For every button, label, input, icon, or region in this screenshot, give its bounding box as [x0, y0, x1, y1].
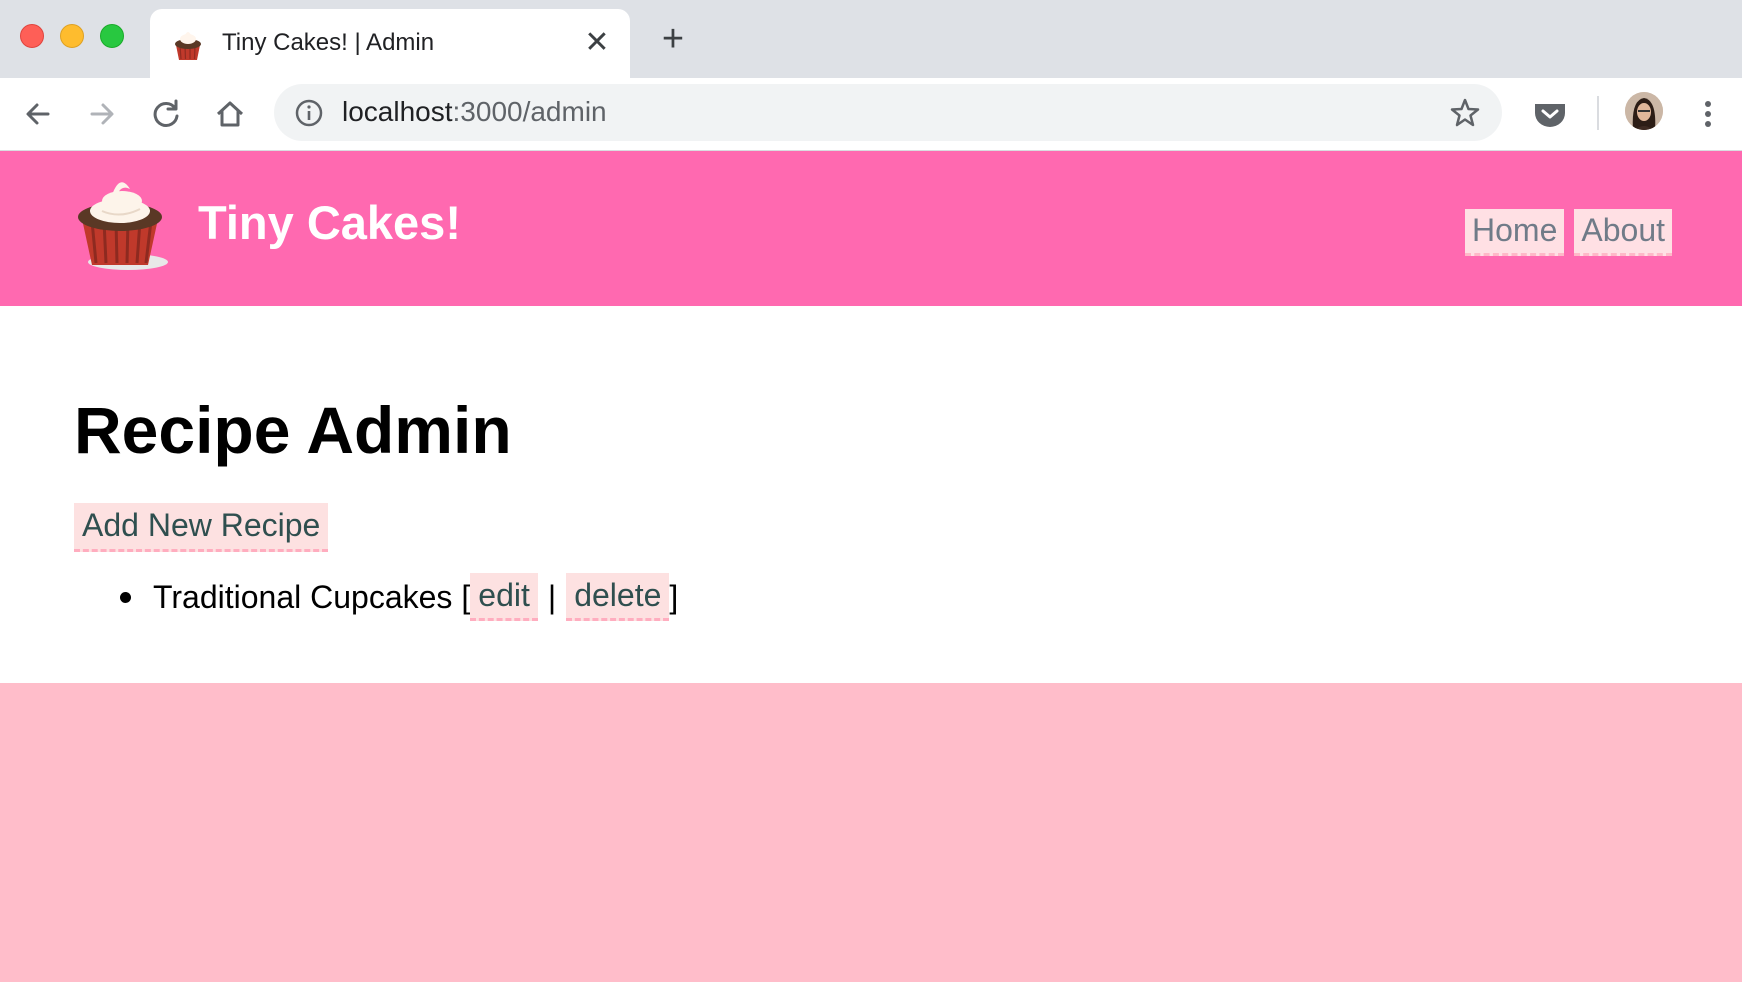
- link-separator: |: [547, 578, 557, 615]
- browser-tabstrip: Tiny Cakes! | Admin ✕ +: [0, 0, 1742, 78]
- page-title: Recipe Admin: [74, 393, 512, 467]
- cupcake-favicon-icon: [175, 32, 201, 60]
- close-window-button[interactable]: [20, 24, 44, 48]
- delete-recipe-link[interactable]: delete: [566, 573, 670, 621]
- profile-avatar-icon: [1625, 92, 1663, 130]
- toolbar-divider: [1597, 96, 1599, 130]
- url-text[interactable]: localhost:3000/admin: [342, 96, 607, 128]
- cupcake-logo-icon[interactable]: [72, 167, 172, 273]
- address-bar[interactable]: localhost:3000/admin: [274, 84, 1502, 141]
- site-header: Tiny Cakes! Home About: [0, 151, 1742, 306]
- add-new-recipe-link[interactable]: Add New Recipe: [74, 503, 329, 552]
- minimize-window-button[interactable]: [60, 24, 84, 48]
- home-icon[interactable]: [212, 96, 248, 132]
- bullet-icon: [120, 591, 131, 603]
- browser-toolbar: localhost:3000/admin: [0, 78, 1742, 151]
- url-path: :3000/admin: [452, 96, 607, 127]
- open-bracket: [: [461, 578, 471, 615]
- forward-arrow-icon[interactable]: [84, 96, 120, 132]
- main-content: Recipe Admin Add New Recipe Traditional …: [0, 306, 1742, 683]
- nav-link-about[interactable]: About: [1574, 209, 1672, 256]
- edit-recipe-link[interactable]: edit: [470, 573, 538, 621]
- profile-avatar[interactable]: [1625, 92, 1663, 130]
- url-host: localhost: [342, 96, 453, 127]
- main-nav: Home About: [1465, 209, 1672, 256]
- recipe-list: Traditional Cupcakes [ edit | delete ]: [120, 572, 678, 622]
- browser-tab-active[interactable]: Tiny Cakes! | Admin ✕: [150, 9, 630, 78]
- page-footer: [0, 683, 1742, 982]
- pocket-icon[interactable]: [1532, 96, 1568, 132]
- close-bracket: ]: [669, 578, 679, 615]
- tab-title: Tiny Cakes! | Admin: [222, 29, 435, 56]
- close-tab-icon[interactable]: ✕: [582, 28, 612, 59]
- list-item: Traditional Cupcakes [ edit | delete ]: [120, 572, 678, 622]
- recipe-name: Traditional Cupcakes: [153, 578, 453, 615]
- maximize-window-button[interactable]: [100, 24, 124, 48]
- info-icon[interactable]: [294, 98, 324, 128]
- new-tab-button[interactable]: +: [656, 20, 690, 58]
- kebab-menu-icon[interactable]: [1690, 96, 1726, 132]
- site-title[interactable]: Tiny Cakes!: [198, 195, 461, 250]
- nav-link-home[interactable]: Home: [1465, 209, 1565, 256]
- reload-icon[interactable]: [148, 96, 184, 132]
- back-arrow-icon[interactable]: [20, 96, 56, 132]
- star-icon[interactable]: [1448, 96, 1482, 130]
